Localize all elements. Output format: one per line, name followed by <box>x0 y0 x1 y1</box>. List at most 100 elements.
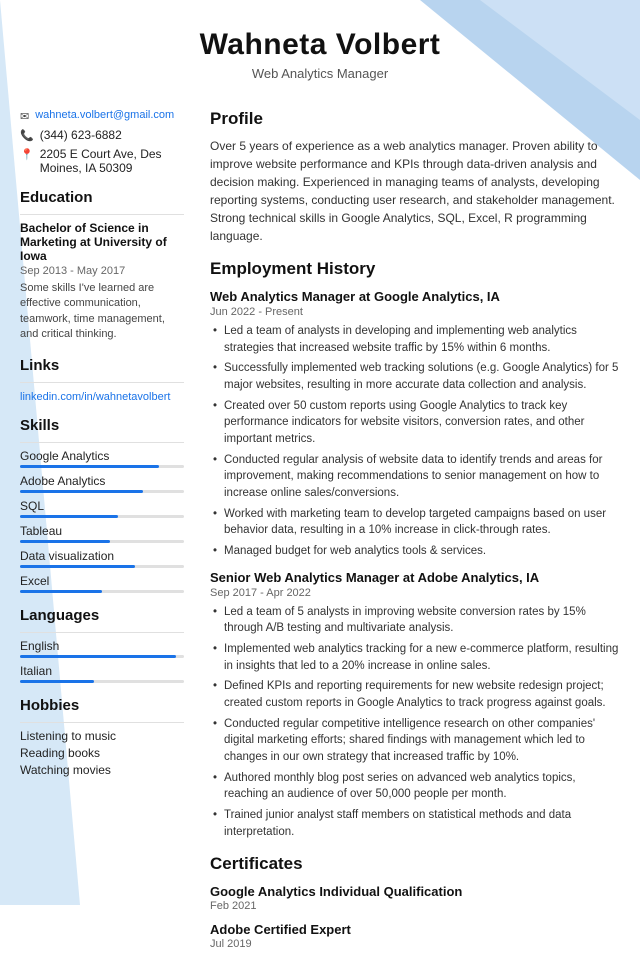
employment-section-title: Employment History <box>210 259 620 279</box>
right-column: Profile Over 5 years of experience as a … <box>200 99 640 960</box>
job-bullet: Led a team of analysts in developing and… <box>210 323 620 356</box>
location-icon: 📍 <box>20 148 34 161</box>
education-divider <box>20 214 184 215</box>
skill-label: Excel <box>20 574 184 588</box>
profile-section-title: Profile <box>210 109 620 129</box>
hobby-item: Watching movies <box>20 763 184 777</box>
language-bar-bg <box>20 655 184 658</box>
job-bullets: Led a team of 5 analysts in improving we… <box>210 604 620 841</box>
skill-item: Google Analytics <box>20 449 184 468</box>
job-entry: Senior Web Analytics Manager at Adobe An… <box>210 570 620 841</box>
contact-email: ✉ wahneta.volbert@gmail.com <box>20 109 184 123</box>
contact-phone: 📞 (344) 623-6882 <box>20 128 184 142</box>
job-title: Senior Web Analytics Manager at Adobe An… <box>210 570 620 585</box>
skill-bar-fill <box>20 465 159 468</box>
skill-bar-bg <box>20 540 184 543</box>
hobbies-list: Listening to music Reading books Watching … <box>20 729 184 777</box>
hobby-item: Listening to music <box>20 729 184 743</box>
job-bullet: Worked with marketing team to develop ta… <box>210 506 620 539</box>
certificates-section-title: Certificates <box>210 854 620 874</box>
language-label: Italian <box>20 664 184 678</box>
left-column: ✉ wahneta.volbert@gmail.com 📞 (344) 623-… <box>0 99 200 960</box>
language-bar-fill <box>20 680 94 683</box>
employment-list: Web Analytics Manager at Google Analytic… <box>210 289 620 840</box>
phone-icon: 📞 <box>20 129 34 142</box>
job-title: Web Analytics Manager at Google Analytic… <box>210 289 620 304</box>
hobbies-divider <box>20 722 184 723</box>
job-bullet: Implemented web analytics tracking for a… <box>210 641 620 674</box>
skill-bar-bg <box>20 490 184 493</box>
edu-degree: Bachelor of Science in Marketing at Univ… <box>20 221 184 263</box>
job-bullet: Conducted regular competitive intelligen… <box>210 716 620 766</box>
job-dates: Jun 2022 - Present <box>210 306 620 318</box>
skill-bar-fill <box>20 540 110 543</box>
edu-description: Some skills I've learned are effective c… <box>20 281 184 343</box>
skill-item: Tableau <box>20 524 184 543</box>
skill-item: Adobe Analytics <box>20 474 184 493</box>
hobbies-section-title: Hobbies <box>20 697 184 714</box>
job-bullets: Led a team of analysts in developing and… <box>210 323 620 560</box>
skills-list: Google Analytics Adobe Analytics SQL Tab… <box>20 449 184 593</box>
language-item: Italian <box>20 664 184 683</box>
cert-name: Adobe Certified Expert <box>210 922 620 937</box>
contact-address: 📍 2205 E Court Ave, Des Moines, IA 50309 <box>20 147 184 175</box>
education-section-title: Education <box>20 189 184 206</box>
language-bar-bg <box>20 680 184 683</box>
email-link[interactable]: wahneta.volbert@gmail.com <box>35 109 174 121</box>
language-item: English <box>20 639 184 658</box>
hobby-item: Reading books <box>20 746 184 760</box>
skills-section-title: Skills <box>20 417 184 434</box>
candidate-name: Wahneta Volbert <box>20 28 620 62</box>
skills-divider <box>20 442 184 443</box>
skill-label: Data visualization <box>20 549 184 563</box>
certificate-entry: Adobe Certified Expert Jul 2019 <box>210 922 620 950</box>
skill-item: SQL <box>20 499 184 518</box>
skill-bar-bg <box>20 565 184 568</box>
languages-divider <box>20 632 184 633</box>
address-text: 2205 E Court Ave, Des Moines, IA 50309 <box>40 147 184 175</box>
skill-item: Data visualization <box>20 549 184 568</box>
links-divider <box>20 382 184 383</box>
job-dates: Sep 2017 - Apr 2022 <box>210 587 620 599</box>
header: Wahneta Volbert Web Analytics Manager <box>0 0 640 99</box>
profile-text: Over 5 years of experience as a web anal… <box>210 137 620 245</box>
skill-label: SQL <box>20 499 184 513</box>
job-bullet: Trained junior analyst staff members on … <box>210 807 620 840</box>
skill-label: Adobe Analytics <box>20 474 184 488</box>
job-bullet: Led a team of 5 analysts in improving we… <box>210 604 620 637</box>
certificate-entry: Google Analytics Individual Qualificatio… <box>210 884 620 912</box>
skill-item: Excel <box>20 574 184 593</box>
edu-dates: Sep 2013 - May 2017 <box>20 265 184 277</box>
certificates-list: Google Analytics Individual Qualificatio… <box>210 884 620 950</box>
job-bullet: Authored monthly blog post series on adv… <box>210 770 620 803</box>
skill-bar-fill <box>20 490 143 493</box>
job-entry: Web Analytics Manager at Google Analytic… <box>210 289 620 560</box>
email-icon: ✉ <box>20 110 29 123</box>
job-bullet: Conducted regular analysis of website da… <box>210 452 620 502</box>
job-bullet: Successfully implemented web tracking so… <box>210 360 620 393</box>
links-section-title: Links <box>20 357 184 374</box>
cert-date: Jul 2019 <box>210 938 620 950</box>
language-label: English <box>20 639 184 653</box>
links-list: linkedin.com/in/wahnetavolbert <box>20 389 184 403</box>
skill-bar-bg <box>20 590 184 593</box>
skill-label: Tableau <box>20 524 184 538</box>
languages-list: English Italian <box>20 639 184 683</box>
language-bar-fill <box>20 655 176 658</box>
job-bullet: Managed budget for web analytics tools &… <box>210 543 620 560</box>
skill-bar-fill <box>20 590 102 593</box>
linkedin-link[interactable]: linkedin.com/in/wahnetavolbert <box>20 391 170 403</box>
skill-bar-bg <box>20 465 184 468</box>
skill-bar-bg <box>20 515 184 518</box>
cert-name: Google Analytics Individual Qualificatio… <box>210 884 620 899</box>
skill-bar-fill <box>20 515 118 518</box>
languages-section-title: Languages <box>20 607 184 624</box>
candidate-title: Web Analytics Manager <box>20 66 620 81</box>
page: Wahneta Volbert Web Analytics Manager ✉ … <box>0 0 640 980</box>
cert-date: Feb 2021 <box>210 900 620 912</box>
phone-text: (344) 623-6882 <box>40 128 122 142</box>
skill-bar-fill <box>20 565 135 568</box>
skill-label: Google Analytics <box>20 449 184 463</box>
job-bullet: Created over 50 custom reports using Goo… <box>210 398 620 448</box>
main-content: ✉ wahneta.volbert@gmail.com 📞 (344) 623-… <box>0 99 640 980</box>
